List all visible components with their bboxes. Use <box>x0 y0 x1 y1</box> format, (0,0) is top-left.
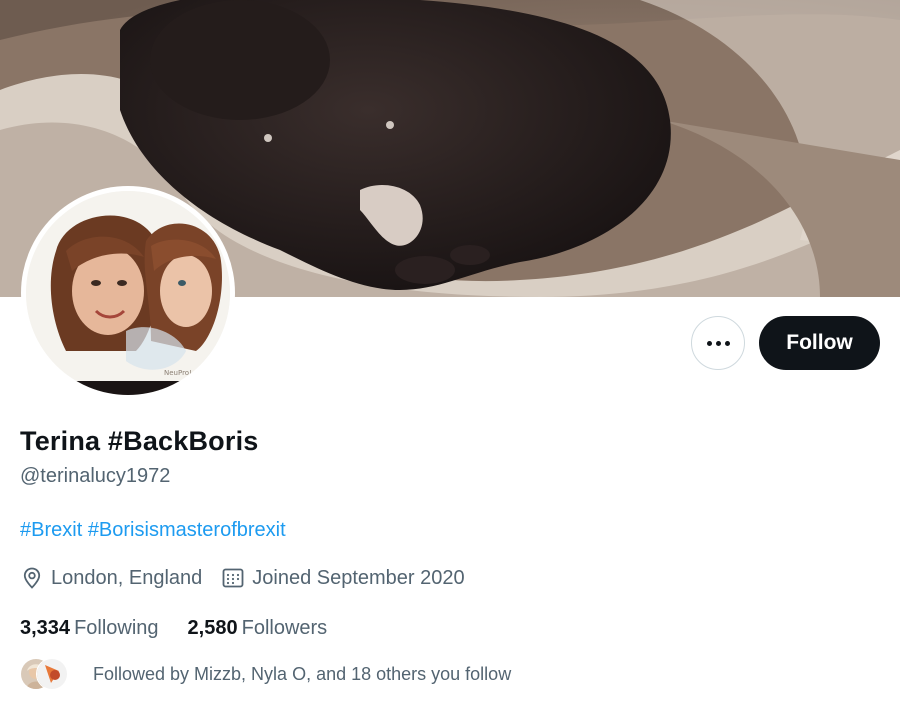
profile-meta: London, England Joined September 2020 <box>20 566 465 590</box>
profile-bio: #Brexit #Borisismasterofbrexit <box>20 519 286 542</box>
hashtag-link-brexit[interactable]: #Brexit <box>20 519 82 541</box>
svg-text:NeuPro!: NeuPro! <box>164 369 192 377</box>
avatar-image: NeuPro! <box>26 191 230 395</box>
followed-by-link[interactable]: Followed by Mizzb, Nyla O, and 18 others… <box>20 658 511 690</box>
following-link[interactable]: 3,334 Following <box>20 617 159 640</box>
followed-by-text: Followed by Mizzb, Nyla O, and 18 others… <box>93 663 512 684</box>
location-pin-icon <box>23 567 41 589</box>
followers-label: Followers <box>241 617 328 639</box>
profile-page: NeuPro! Follow Terina #BackBoris @terina… <box>0 0 900 721</box>
following-label: Following <box>74 617 159 639</box>
more-options-button[interactable] <box>691 316 745 370</box>
avatar-photo: NeuPro! <box>26 191 230 395</box>
follow-button[interactable]: Follow <box>759 316 880 370</box>
joined-text: Joined September 2020 <box>252 566 465 589</box>
location-text: London, England <box>51 566 203 589</box>
more-dots-icon <box>706 340 730 346</box>
calendar-icon <box>222 568 244 588</box>
user-handle: @terinalucy1972 <box>20 465 171 487</box>
display-name: Terina #BackBoris <box>20 426 259 456</box>
mini-avatar <box>36 658 68 690</box>
followers-count: 2,580 <box>187 617 238 639</box>
location-item: London, England <box>20 566 202 590</box>
hashtag-link-borisismasterofbrexit[interactable]: #Borisismasterofbrexit <box>88 519 286 541</box>
followed-by-avatars <box>20 658 74 690</box>
profile-avatar[interactable]: NeuPro! <box>21 186 235 400</box>
following-count: 3,334 <box>20 617 71 639</box>
followers-link[interactable]: 2,580 Followers <box>188 617 328 640</box>
follow-stats: 3,334 Following 2,580 Followers <box>20 617 327 640</box>
joined-item: Joined September 2020 <box>221 566 465 590</box>
